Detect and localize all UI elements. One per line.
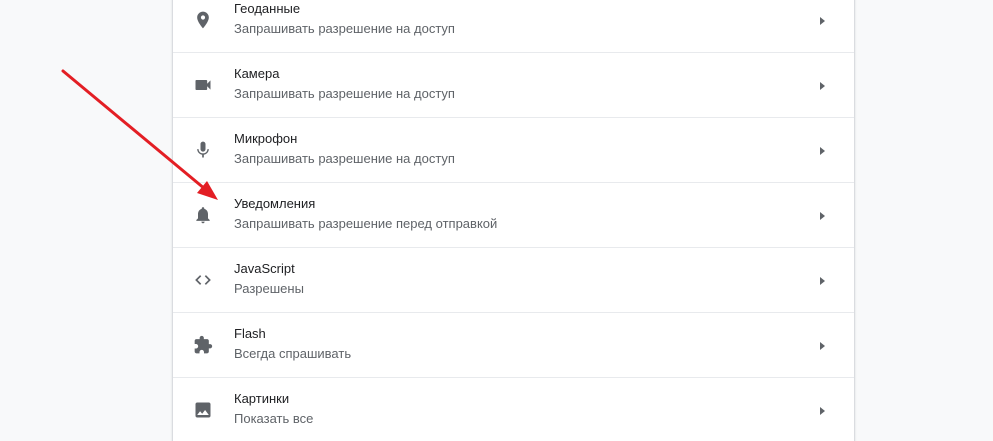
bell-icon [193,205,213,225]
chevron-right-icon[interactable] [817,340,827,352]
settings-row-javascript[interactable]: JavaScript Разрешены [173,248,854,313]
code-icon [193,270,213,290]
microphone-icon [193,140,213,160]
site-settings-page: Геоданные Запрашивать разрешение на дост… [0,0,993,441]
settings-row-title: Камера [234,66,280,81]
settings-row-subtitle: Всегда спрашивать [234,346,352,361]
chevron-right-icon[interactable] [817,80,827,92]
settings-row-notifications[interactable]: Уведомления Запрашивать разрешение перед… [173,183,854,248]
settings-row-title: JavaScript [234,261,295,276]
settings-row-location[interactable]: Геоданные Запрашивать разрешение на дост… [173,0,854,53]
settings-row-images[interactable]: Картинки Показать все [173,378,854,441]
settings-row-title: Микрофон [234,131,298,146]
settings-row-camera[interactable]: Камера Запрашивать разрешение на доступ [173,53,854,118]
chevron-right-icon[interactable] [817,145,827,157]
settings-row-subtitle: Запрашивать разрешение перед отправкой [234,216,498,231]
settings-row-subtitle: Разрешены [234,281,304,296]
settings-row-subtitle: Запрашивать разрешение на доступ [234,151,455,166]
settings-row-subtitle: Запрашивать разрешение на доступ [234,21,455,36]
permissions-card: Геоданные Запрашивать разрешение на дост… [172,0,855,441]
chevron-right-icon[interactable] [817,15,827,27]
puzzle-icon [193,335,213,355]
settings-row-title: Картинки [234,391,290,406]
settings-row-subtitle: Показать все [234,411,314,426]
chevron-right-icon[interactable] [817,405,827,417]
settings-row-microphone[interactable]: Микрофон Запрашивать разрешение на досту… [173,118,854,183]
settings-row-title: Уведомления [234,196,316,211]
settings-row-flash[interactable]: Flash Всегда спрашивать [173,313,854,378]
image-icon [193,400,213,420]
settings-row-subtitle: Запрашивать разрешение на доступ [234,86,455,101]
camera-icon [193,75,213,95]
chevron-right-icon[interactable] [817,275,827,287]
chevron-right-icon[interactable] [817,210,827,222]
settings-row-title: Flash [234,326,266,341]
settings-row-title: Геоданные [234,1,301,16]
location-pin-icon [193,10,213,30]
